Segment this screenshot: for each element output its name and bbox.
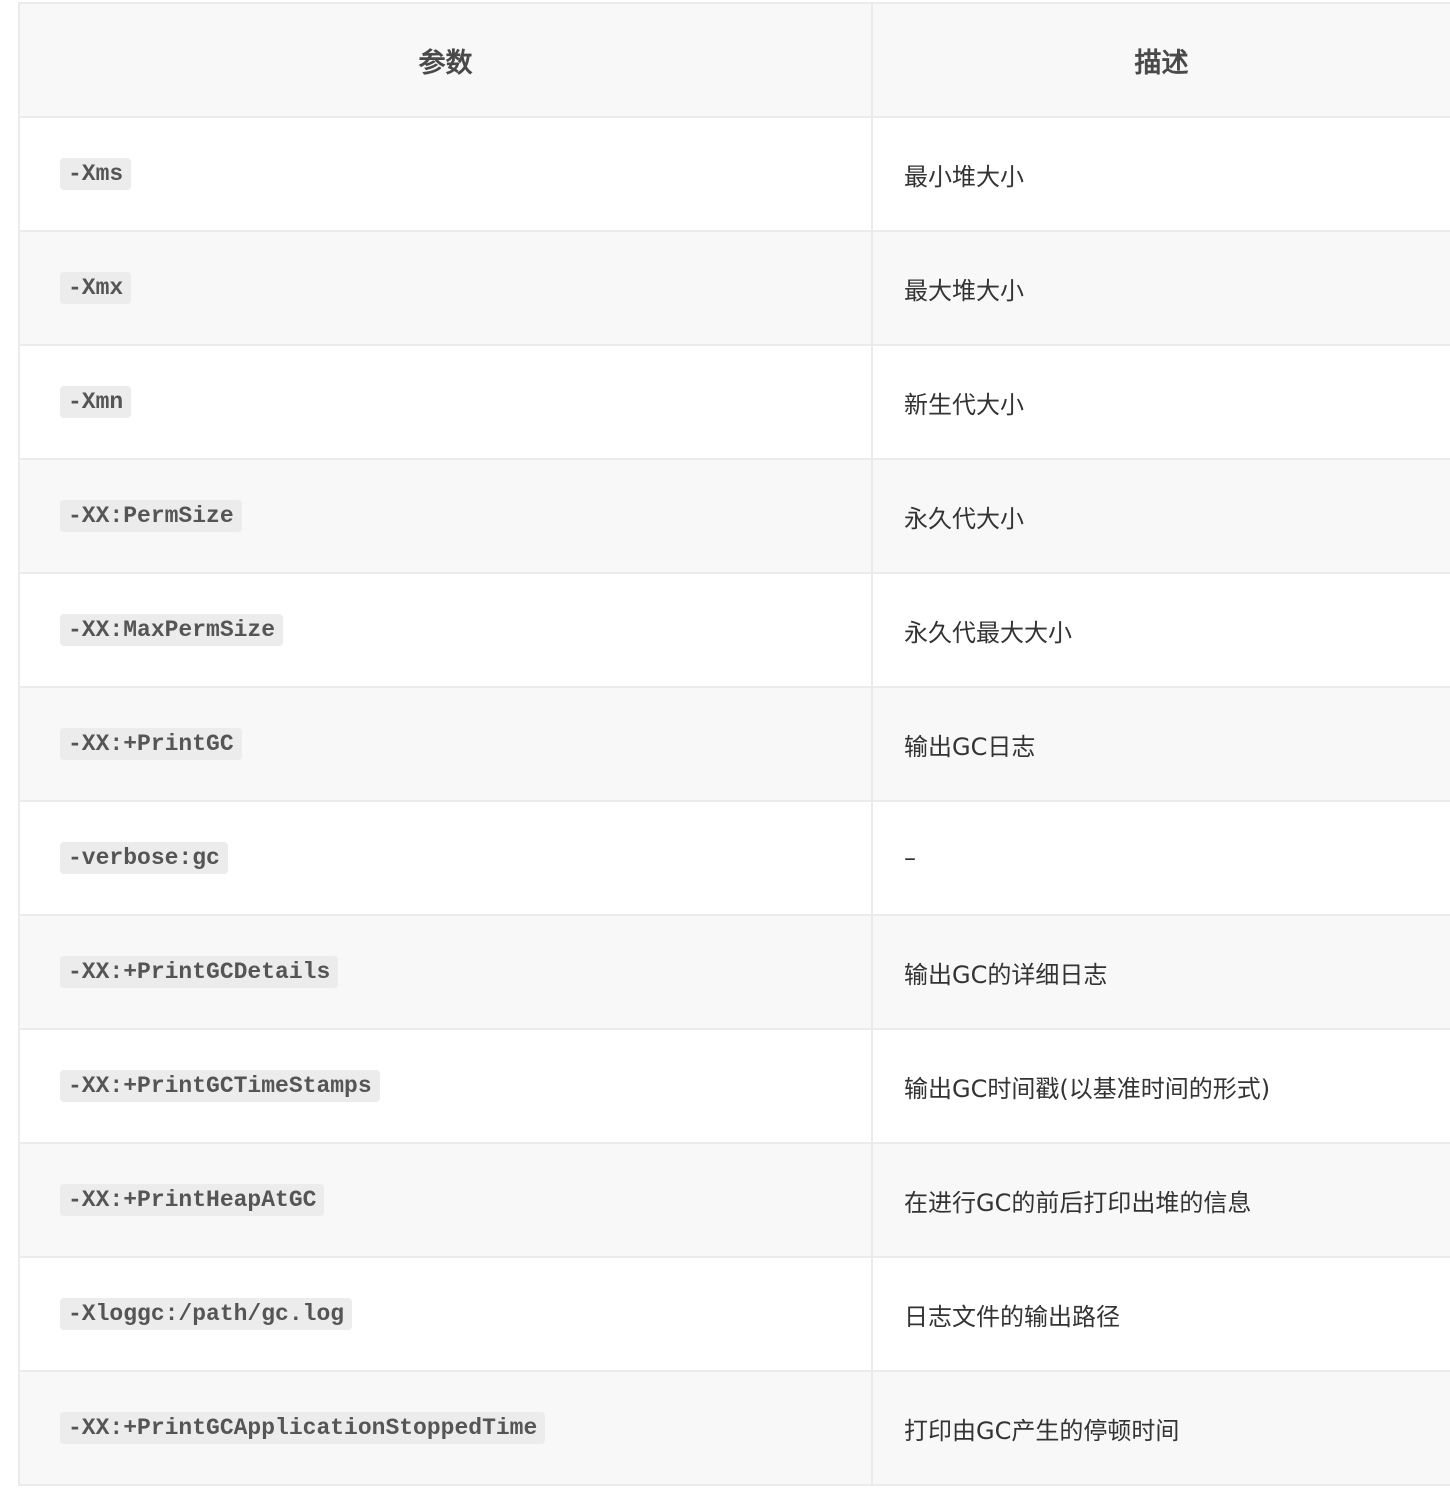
table-row: -XX:+PrintHeapAtGC 在进行GC的前后打印出堆的信息 (18, 1142, 1450, 1258)
param-code: -XX:+PrintGC (60, 728, 242, 760)
description-cell: 最大堆大小 (871, 230, 1450, 346)
description-cell: 最小堆大小 (871, 116, 1450, 232)
param-cell: -XX:+PrintGCApplicationStoppedTime (18, 1370, 873, 1486)
param-code: -XX:+PrintGCDetails (60, 956, 339, 988)
table-row: -XX:MaxPermSize 永久代最大大小 (18, 572, 1450, 688)
param-cell: -XX:+PrintHeapAtGC (18, 1142, 873, 1258)
param-cell: -XX:+PrintGCDetails (18, 914, 873, 1030)
param-code: -XX:+PrintHeapAtGC (60, 1184, 325, 1216)
param-cell: -Xloggc:/path/gc.log (18, 1256, 873, 1372)
param-code: -verbose:gc (60, 842, 228, 874)
description-cell: 输出GC时间戳(以基准时间的形式) (871, 1028, 1450, 1144)
table-row: -Xloggc:/path/gc.log 日志文件的输出路径 (18, 1256, 1450, 1372)
header-param: 参数 (18, 2, 873, 118)
param-cell: -XX:MaxPermSize (18, 572, 873, 688)
table-header-row: 参数 描述 (18, 2, 1450, 118)
table-row: -verbose:gc – (18, 800, 1450, 916)
param-code: -XX:+PrintGCTimeStamps (60, 1070, 380, 1102)
table-row: -XX:PermSize 永久代大小 (18, 458, 1450, 574)
param-cell: -XX:+PrintGCTimeStamps (18, 1028, 873, 1144)
param-code: -Xms (60, 158, 132, 190)
table-row: -Xmn 新生代大小 (18, 344, 1450, 460)
param-cell: -verbose:gc (18, 800, 873, 916)
description-cell: 打印由GC产生的停顿时间 (871, 1370, 1450, 1486)
jvm-gc-params-table: 参数 描述 -Xms 最小堆大小 -Xmx 最大堆大小 -Xmn 新生代大小 -… (18, 2, 1450, 1486)
param-cell: -Xmx (18, 230, 873, 346)
description-cell: – (871, 800, 1450, 916)
header-description: 描述 (871, 2, 1450, 118)
param-code: -XX:+PrintGCApplicationStoppedTime (60, 1412, 546, 1444)
description-cell: 新生代大小 (871, 344, 1450, 460)
description-cell: 输出GC的详细日志 (871, 914, 1450, 1030)
param-code: -Xmn (60, 386, 132, 418)
param-cell: -Xmn (18, 344, 873, 460)
param-code: -Xloggc:/path/gc.log (60, 1298, 353, 1330)
description-cell: 日志文件的输出路径 (871, 1256, 1450, 1372)
description-cell: 永久代大小 (871, 458, 1450, 574)
param-code: -XX:PermSize (60, 500, 242, 532)
table-row: -Xmx 最大堆大小 (18, 230, 1450, 346)
description-cell: 在进行GC的前后打印出堆的信息 (871, 1142, 1450, 1258)
jvm-gc-params-table-wrapper: 参数 描述 -Xms 最小堆大小 -Xmx 最大堆大小 -Xmn 新生代大小 -… (18, 2, 1450, 1486)
param-code: -XX:MaxPermSize (60, 614, 284, 646)
table-row: -Xms 最小堆大小 (18, 116, 1450, 232)
param-cell: -XX:PermSize (18, 458, 873, 574)
description-cell: 永久代最大大小 (871, 572, 1450, 688)
description-cell: 输出GC日志 (871, 686, 1450, 802)
table-row: -XX:+PrintGCTimeStamps 输出GC时间戳(以基准时间的形式) (18, 1028, 1450, 1144)
param-cell: -Xms (18, 116, 873, 232)
param-code: -Xmx (60, 272, 132, 304)
table-row: -XX:+PrintGC 输出GC日志 (18, 686, 1450, 802)
table-row: -XX:+PrintGCApplicationStoppedTime 打印由GC… (18, 1370, 1450, 1486)
table-row: -XX:+PrintGCDetails 输出GC的详细日志 (18, 914, 1450, 1030)
param-cell: -XX:+PrintGC (18, 686, 873, 802)
